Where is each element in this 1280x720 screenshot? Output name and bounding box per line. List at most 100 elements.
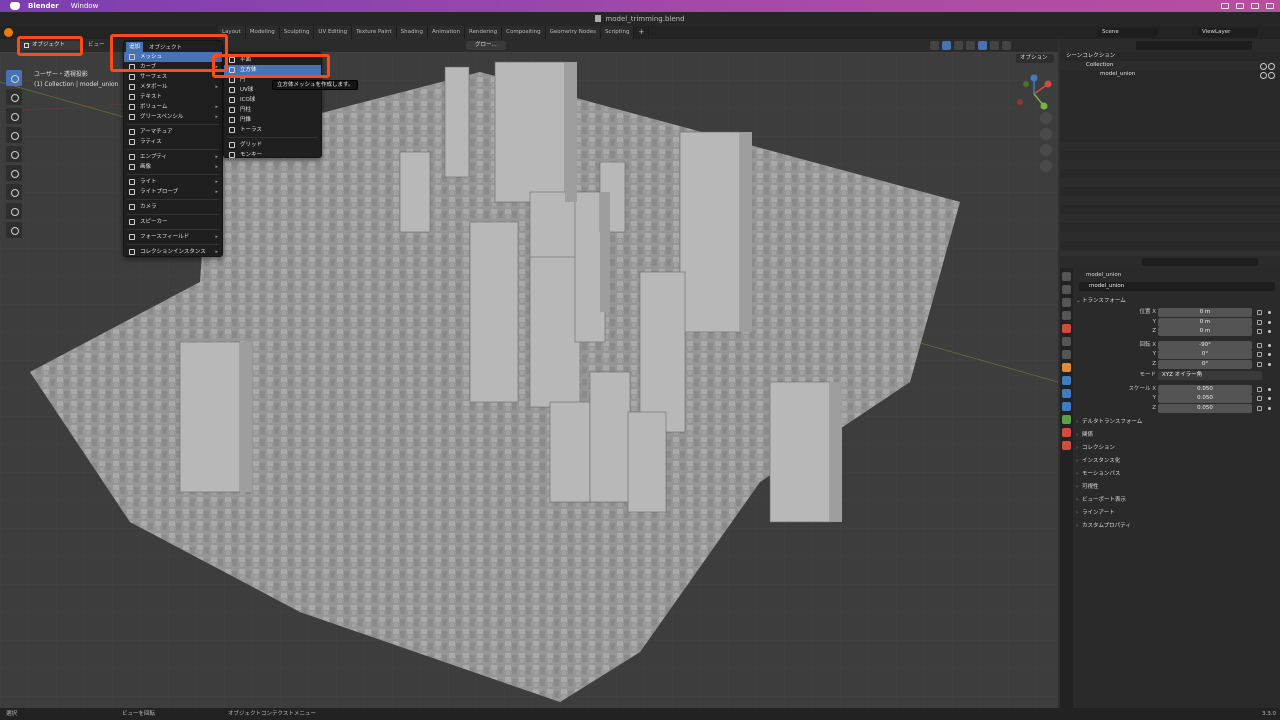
data-tab-icon[interactable] [1062,415,1071,424]
rotation-z-field[interactable]: 0° [1158,359,1252,369]
wifi-icon[interactable] [1236,3,1244,9]
keyframe-dot-icon[interactable] [1268,397,1271,400]
menu-item[interactable]: ICO球 [224,95,321,105]
menu-item[interactable]: ライト ▸ [124,177,222,187]
menu-item[interactable]: エンプティ ▸ [124,152,222,162]
rendered-shading-icon[interactable] [1002,41,1011,50]
app-menu-window[interactable]: Window [71,2,99,10]
menu-item[interactable]: サーフェス ▸ [124,72,222,82]
view-layer-tab-icon[interactable] [1062,311,1071,320]
properties-section[interactable]: モーションパス [1074,468,1280,481]
search-icon[interactable] [1251,3,1259,9]
rotate-tool-icon[interactable] [6,127,22,143]
object-tab-icon[interactable] [1062,363,1071,372]
view-menu[interactable]: ビュー [88,39,105,52]
modifier-tab-icon[interactable] [1062,376,1071,385]
viewport-options-button[interactable]: オプション [1016,54,1054,63]
lock-icon[interactable] [1257,319,1262,325]
cursor-tool-icon[interactable] [6,89,22,105]
apple-icon[interactable] [10,2,20,10]
rotation-x-field[interactable]: -90° [1158,340,1252,350]
menu-item[interactable]: スピーカー [124,217,222,227]
lock-icon[interactable] [1257,310,1262,315]
menu-item[interactable]: メタボール ▸ [124,82,222,92]
menu-item[interactable]: アーマチュア [124,127,222,137]
outliner-search-input[interactable] [1136,41,1252,50]
lock-icon[interactable] [1257,405,1262,411]
menu-item[interactable]: 平面 [224,55,321,65]
workspace-tab[interactable]: Geometry Nodes [545,26,601,39]
properties-section[interactable]: 関係 [1074,429,1280,442]
properties-section[interactable]: デルタトランスフォーム [1074,416,1280,429]
visibility-icon[interactable] [1260,72,1275,79]
location-y-field[interactable]: 0 m [1158,317,1252,327]
properties-section[interactable]: コレクション [1074,442,1280,455]
workspace-tab[interactable]: Rendering [465,26,503,39]
keyframe-dot-icon[interactable] [1268,387,1271,391]
select-tool-icon[interactable] [6,70,22,86]
overlay-toggle-icon[interactable] [942,41,951,50]
battery-icon[interactable] [1221,3,1229,9]
rotation-y-field[interactable]: 0° [1158,350,1252,359]
render-tab-icon[interactable] [1062,285,1071,294]
menu-item[interactable]: ラティス [124,137,222,147]
transform-orientation[interactable]: グロー... [466,41,506,50]
add-cube-tool-icon[interactable] [6,222,22,238]
visibility-icon[interactable] [1260,63,1275,70]
properties-section[interactable]: ビューポート表示 [1074,494,1280,507]
outliner-row-collection[interactable]: Collection [1060,61,1280,70]
app-menu-blender[interactable]: Blender [28,2,59,10]
navigation-gizmo[interactable] [1014,74,1054,114]
wireframe-shading-icon[interactable] [966,41,975,50]
tool-tab-icon[interactable] [1062,272,1071,281]
workspace-tab[interactable]: Texture Paint [352,26,397,39]
keyframe-dot-icon[interactable] [1268,330,1271,333]
transform-tool-icon[interactable] [6,165,22,181]
scale-tool-icon[interactable] [6,146,22,162]
menu-item[interactable]: カーブ ▸ [124,62,222,72]
lock-icon[interactable] [1257,342,1262,348]
menu-item[interactable]: フォースフィールド ▸ [124,232,222,242]
menu-item[interactable]: カメラ [124,202,222,212]
material-shading-icon[interactable] [990,41,999,50]
solid-shading-icon[interactable] [978,41,987,50]
keyframe-dot-icon[interactable] [1268,362,1271,366]
section-transform[interactable]: トランスフォーム [1074,295,1280,308]
xray-toggle-icon[interactable] [954,41,963,50]
particles-tab-icon[interactable] [1062,389,1071,398]
lock-icon[interactable] [1257,352,1262,357]
menu-item[interactable]: テキスト [124,92,222,102]
menu-item[interactable]: グリッド [224,140,321,150]
menu-item[interactable]: メッシュ ▸ [124,52,222,62]
outliner-row-scene-collection[interactable]: シーンコレクション [1060,52,1280,61]
location-x-field[interactable]: 0 m [1158,308,1252,317]
collection-tab-icon[interactable] [1062,350,1071,359]
keyframe-dot-icon[interactable] [1268,311,1271,314]
workspace-tab[interactable]: Layout [218,26,246,39]
mode-selector[interactable]: オブジェクト [20,41,80,50]
object-menu-tab[interactable]: オブジェクト [143,43,188,51]
workspace-tab[interactable]: Sculpting [279,26,315,39]
location-z-field[interactable]: 0 m [1158,327,1252,336]
menu-item[interactable]: コレクションインスタンス ▸ [124,247,222,257]
physics-tab-icon[interactable] [1062,402,1071,411]
properties-section[interactable]: インスタンス化 [1074,455,1280,468]
menu-item[interactable]: 円柱 [224,105,321,115]
menu-item[interactable]: 円錐 [224,115,321,125]
workspace-tab[interactable]: Shading [396,26,428,39]
world-tab-icon[interactable] [1062,337,1071,346]
view-layer-selector[interactable]: ViewLayer [1197,28,1257,37]
keyframe-dot-icon[interactable] [1268,353,1271,356]
scale-z-field[interactable]: 0.050 [1158,403,1252,413]
gizmo-toggle-icon[interactable] [930,41,939,50]
menu-item[interactable]: 画像 ▸ [124,162,222,172]
scene-tab-icon[interactable] [1062,324,1071,333]
properties-search-input[interactable] [1142,258,1258,266]
scale-x-field[interactable]: 0.050 [1158,384,1252,394]
lock-icon[interactable] [1257,396,1262,401]
menu-item[interactable]: ライトプローブ ▸ [124,187,222,197]
annotate-tool-icon[interactable] [6,184,22,200]
outliner-row-model-union[interactable]: model_union [1060,70,1280,79]
perspective-toggle-icon[interactable] [1040,160,1052,172]
add-menu-tab[interactable]: 追加 [126,41,144,52]
